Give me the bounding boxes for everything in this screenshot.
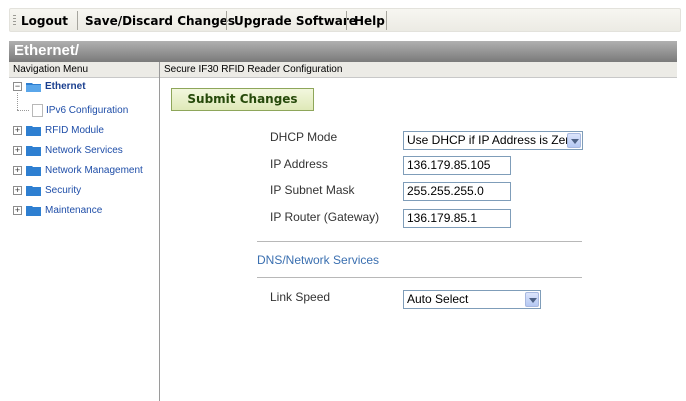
- nav-item-security[interactable]: + Security: [9, 183, 159, 199]
- page-header: Ethernet/: [9, 41, 677, 62]
- folder-icon: [26, 186, 41, 196]
- help-button[interactable]: Help: [354, 12, 385, 30]
- dhcp-mode-select[interactable]: Use DHCP if IP Address is Zero: [403, 131, 583, 150]
- nav-label-maintenance: Maintenance: [45, 205, 103, 216]
- nav-item-ipv6[interactable]: IPv6 Configuration: [29, 103, 159, 119]
- toolbar-bar: Logout Save/Discard Changes Upgrade Soft…: [9, 8, 681, 32]
- toolbar-divider: [226, 11, 227, 30]
- nav-label-network-management: Network Management: [45, 165, 143, 176]
- router-gateway-label: IP Router (Gateway): [270, 210, 380, 224]
- nav-label-rfid-module: RFID Module: [45, 125, 104, 136]
- nav-label-ipv6: IPv6 Configuration: [46, 105, 129, 116]
- expand-icon[interactable]: +: [13, 206, 22, 215]
- pane-divider: [159, 62, 160, 401]
- navigation-tree: − Ethernet IPv6 Configuration + RFID Mod…: [9, 79, 159, 401]
- folder-icon: [26, 206, 41, 216]
- tree-connector: [17, 93, 18, 110]
- expand-icon[interactable]: +: [13, 146, 22, 155]
- save-discard-button[interactable]: Save/Discard Changes: [85, 12, 235, 30]
- config-title: Secure IF30 RFID Reader Configuration: [164, 64, 343, 75]
- toolbar-divider: [386, 11, 387, 30]
- nav-item-ethernet[interactable]: − Ethernet: [9, 79, 159, 95]
- section-divider: [257, 277, 582, 278]
- nav-label-security: Security: [45, 185, 82, 196]
- toolbar-divider: [77, 11, 78, 30]
- nav-item-rfid-module[interactable]: + RFID Module: [9, 123, 159, 139]
- collapse-icon[interactable]: −: [13, 82, 22, 91]
- folder-icon: [26, 126, 41, 136]
- page-icon: [32, 104, 43, 117]
- dhcp-mode-value: Use DHCP if IP Address is Zero: [407, 133, 576, 147]
- link-speed-value: Auto Select: [407, 292, 469, 306]
- top-toolbar: Logout Save/Discard Changes Upgrade Soft…: [0, 0, 686, 38]
- section-divider: [257, 241, 582, 242]
- link-speed-label: Link Speed: [270, 290, 331, 304]
- nav-label-ethernet: Ethernet: [45, 81, 86, 92]
- dropdown-arrow-icon[interactable]: [567, 133, 581, 148]
- ip-address-input[interactable]: 136.179.85.105: [403, 156, 511, 175]
- toolbar-divider: [346, 11, 347, 30]
- ip-address-label: IP Address: [270, 157, 328, 171]
- nav-item-maintenance[interactable]: + Maintenance: [9, 203, 159, 219]
- page-title: Ethernet/: [14, 42, 80, 59]
- folder-icon: [26, 166, 41, 176]
- folder-open-icon: [26, 83, 41, 92]
- subnet-mask-input[interactable]: 255.255.255.0: [403, 182, 511, 201]
- sub-header: Navigation Menu Secure IF30 RFID Reader …: [9, 62, 677, 78]
- logout-button[interactable]: Logout: [21, 12, 68, 30]
- expand-icon[interactable]: +: [13, 186, 22, 195]
- expand-icon[interactable]: +: [13, 126, 22, 135]
- toolbar-grip-icon: [13, 15, 16, 27]
- router-gateway-input[interactable]: 136.179.85.1: [403, 209, 511, 228]
- subnet-mask-label: IP Subnet Mask: [270, 183, 355, 197]
- folder-icon: [26, 146, 41, 156]
- upgrade-software-button[interactable]: Upgrade Software: [234, 12, 357, 30]
- expand-icon[interactable]: +: [13, 166, 22, 175]
- dropdown-arrow-icon[interactable]: [525, 292, 539, 307]
- nav-item-network-services[interactable]: + Network Services: [9, 143, 159, 159]
- tree-connector: [17, 110, 29, 111]
- dhcp-mode-label: DHCP Mode: [270, 130, 338, 144]
- link-speed-select[interactable]: Auto Select: [403, 290, 541, 309]
- dns-network-services-heading: DNS/Network Services: [257, 253, 380, 267]
- nav-item-network-management[interactable]: + Network Management: [9, 163, 159, 179]
- navigation-menu-title: Navigation Menu: [13, 64, 89, 75]
- nav-label-network-services: Network Services: [45, 145, 123, 156]
- submit-changes-button[interactable]: Submit Changes: [171, 88, 314, 111]
